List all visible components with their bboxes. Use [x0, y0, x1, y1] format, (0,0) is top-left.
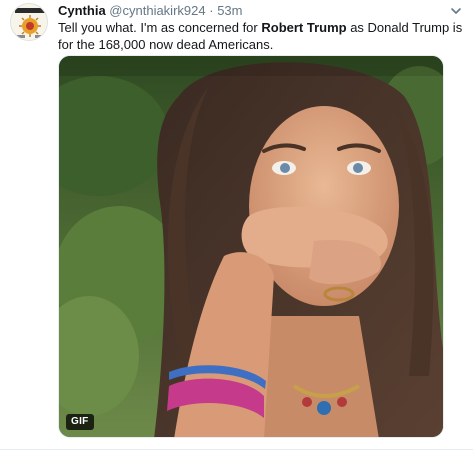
tweet-text-bold: Robert Trump	[261, 20, 347, 35]
more-options-button[interactable]	[449, 4, 463, 18]
tweet-header: Cynthia @cynthiakirk924 · 53m	[58, 3, 458, 19]
avatar[interactable]	[10, 3, 48, 41]
profile-avatar-icon	[11, 4, 47, 40]
gif-frame	[59, 56, 443, 437]
separator-dot: ·	[209, 3, 214, 18]
chevron-down-icon	[451, 8, 461, 14]
gif-media[interactable]: GIF	[58, 55, 444, 438]
user-handle[interactable]: @cynthiakirk924	[109, 3, 205, 18]
gif-badge: GIF	[66, 414, 94, 430]
tweet-text: Tell you what. I'm as concerned for Robe…	[58, 19, 463, 53]
tweet-text-part: Tell you what. I'm as concerned for	[58, 20, 262, 35]
timestamp[interactable]: 53m	[217, 3, 242, 18]
tweet[interactable]: Cynthia @cynthiakirk924 · 53m Tell you w…	[0, 0, 473, 450]
display-name[interactable]: Cynthia	[58, 3, 106, 18]
